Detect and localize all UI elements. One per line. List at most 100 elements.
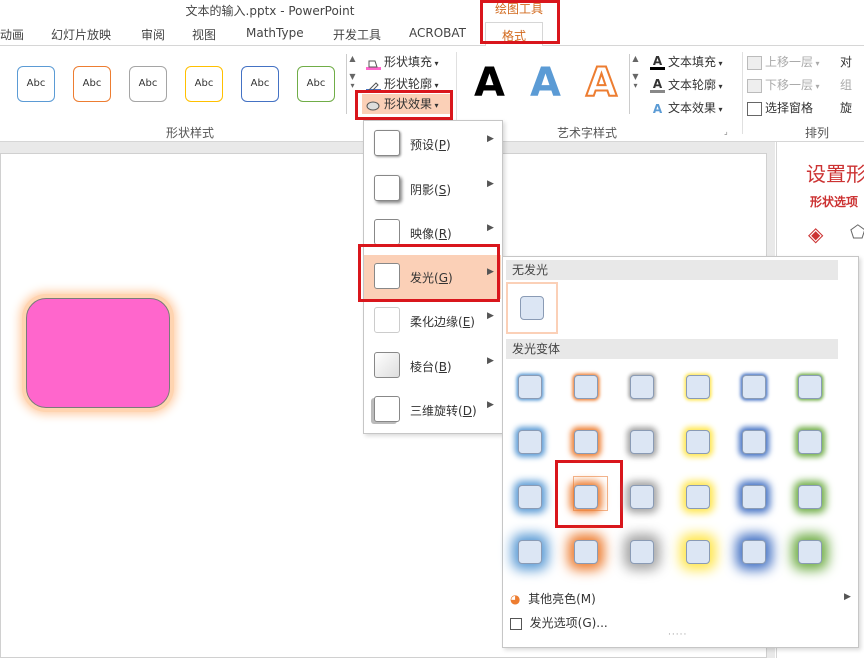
shape-style-swatch[interactable]: Abc [73,66,111,102]
gallery-scroll[interactable]: ▲ ▼ ▾ [346,54,358,114]
glow-variant[interactable] [574,540,598,564]
glow-variant[interactable] [574,375,598,399]
wordart-style-orange[interactable]: A [585,59,618,107]
rotate-button[interactable]: 旋 [840,98,852,118]
shape-style-swatch[interactable]: Abc [17,66,55,102]
glow-variant[interactable] [742,485,766,509]
align-button[interactable]: 对 [840,52,852,72]
submenu-arrow-icon: ▶ [487,134,494,144]
text-outline-button[interactable]: A 文本轮廓 ▾ [650,75,723,95]
submenu-arrow-icon: ▶ [487,179,494,189]
menu-item-glow[interactable]: 发光(G) ▶ [364,255,501,299]
glow-variant[interactable] [742,375,766,399]
glow-variant[interactable] [518,485,542,509]
ribbon-tabs: 动画 幻灯片放映 审阅 视图 MathType 开发工具 ACROBAT [0,22,864,46]
no-glow-swatch [520,296,544,320]
3d-rotation-icon [374,396,400,422]
group-label-wordart: 艺术字样式 [557,126,618,140]
tab-view[interactable]: 视图 [192,26,216,43]
tab-developer[interactable]: 开发工具 [333,26,381,43]
submenu-arrow-icon: ▶ [487,223,494,233]
glow-variant[interactable] [798,540,822,564]
more-glow-colors[interactable]: ◕ 其他亮色(M) [510,590,596,607]
wordart-style-black[interactable]: A [474,60,505,106]
wordart-style-blue[interactable]: A [530,60,561,106]
text-fill-button[interactable]: A 文本填充 ▾ [650,52,723,72]
reflection-icon [374,219,400,245]
menu-item-shadow[interactable]: 阴影(S) ▶ [364,167,501,211]
shape-options-tab[interactable]: 形状选项 [810,193,858,210]
glow-options[interactable]: 发光选项(G)... [510,614,608,631]
glow-variant[interactable] [686,375,710,399]
effects-icon[interactable]: ⬠ [850,222,864,246]
tab-review[interactable]: 审阅 [141,26,165,43]
no-glow-option[interactable] [506,282,558,334]
paint-bucket-icon [366,56,381,70]
glow-variant[interactable] [742,430,766,454]
menu-item-reflection[interactable]: 映像(R) ▶ [364,211,501,255]
shape-style-swatch[interactable]: Abc [185,66,223,102]
glow-icon [374,263,400,289]
submenu-arrow-icon: ▶ [487,267,494,277]
text-fill-icon: A [650,55,665,70]
tab-acrobat[interactable]: ACROBAT [409,26,466,40]
resize-grip[interactable]: ····· [668,630,687,640]
glow-variant[interactable] [518,540,542,564]
glow-variant[interactable] [686,540,710,564]
bring-forward-button[interactable]: 上移一层 ▾ [747,52,820,72]
dialog-launcher-icon[interactable]: ⌟ [724,127,728,136]
text-outline-icon: A [650,78,665,93]
shape-outline-button[interactable]: 形状轮廓 ▾ [366,74,439,94]
fill-line-icon[interactable]: ◈ [808,222,832,246]
menu-item-preset[interactable]: 预设(P) ▶ [364,122,501,166]
tab-slideshow[interactable]: 幻灯片放映 [51,26,111,43]
glow-variant[interactable] [686,430,710,454]
shape-style-swatch[interactable]: Abc [297,66,335,102]
menu-item-bevel[interactable]: 棱台(B) ▶ [364,344,501,388]
glow-options-icon [510,617,522,630]
text-effects-button[interactable]: A 文本效果 ▾ [650,98,723,118]
glow-variant[interactable] [518,375,542,399]
window-title: 文本的输入.pptx - PowerPoint [185,4,355,18]
shape-style-swatch[interactable]: Abc [241,66,279,102]
send-backward-button[interactable]: 下移一层 ▾ [747,75,820,95]
glow-variant[interactable] [574,485,598,509]
glow-variant[interactable] [518,430,542,454]
bring-forward-icon [747,55,762,70]
glow-variants-header: 发光变体 [506,339,838,359]
text-effects-icon: A [652,101,663,116]
glow-variant[interactable] [630,540,654,564]
rounded-rectangle-shape[interactable] [26,298,170,408]
group-label-shape-styles: 形状样式 [166,126,215,140]
glow-variant[interactable] [630,485,654,509]
no-glow-header: 无发光 [506,260,838,280]
glow-variant[interactable] [742,540,766,564]
glow-variant[interactable] [630,375,654,399]
selection-pane-button[interactable]: 选择窗格 [747,98,813,118]
color-wheel-icon: ◕ [510,592,521,606]
shape-fill-button[interactable]: 形状填充 ▾ [366,52,439,72]
tab-mathtype[interactable]: MathType [246,26,304,40]
soft-edges-icon [374,307,400,333]
tab-animations[interactable]: 动画 [0,26,24,43]
preset-icon [374,130,400,156]
submenu-arrow-icon: ▶ [487,311,494,321]
glow-variant[interactable] [798,375,822,399]
selection-pane-icon [747,101,762,116]
shape-style-swatch[interactable]: Abc [129,66,167,102]
glow-variant[interactable] [630,430,654,454]
glow-variant[interactable] [686,485,710,509]
tab-format[interactable]: 格式 [485,22,543,47]
menu-item-3d-rotation[interactable]: 三维旋转(D) ▶ [364,388,501,432]
ribbon-separator [742,52,743,134]
group-button[interactable]: 组 [840,75,852,95]
glow-variant[interactable] [798,485,822,509]
menu-item-soft-edges[interactable]: 柔化边缘(E) ▶ [364,299,501,343]
glow-variant[interactable] [798,430,822,454]
glow-variant[interactable] [574,430,598,454]
shape-effects-button[interactable]: 形状效果 ▾ [362,94,450,114]
group-label-arrange: 排列 [805,126,830,140]
shape-effects-icon [366,98,381,112]
format-pane-title: 设置形 [806,162,864,186]
wordart-gallery-scroll[interactable]: ▲ ▼ ▾ [629,54,641,114]
